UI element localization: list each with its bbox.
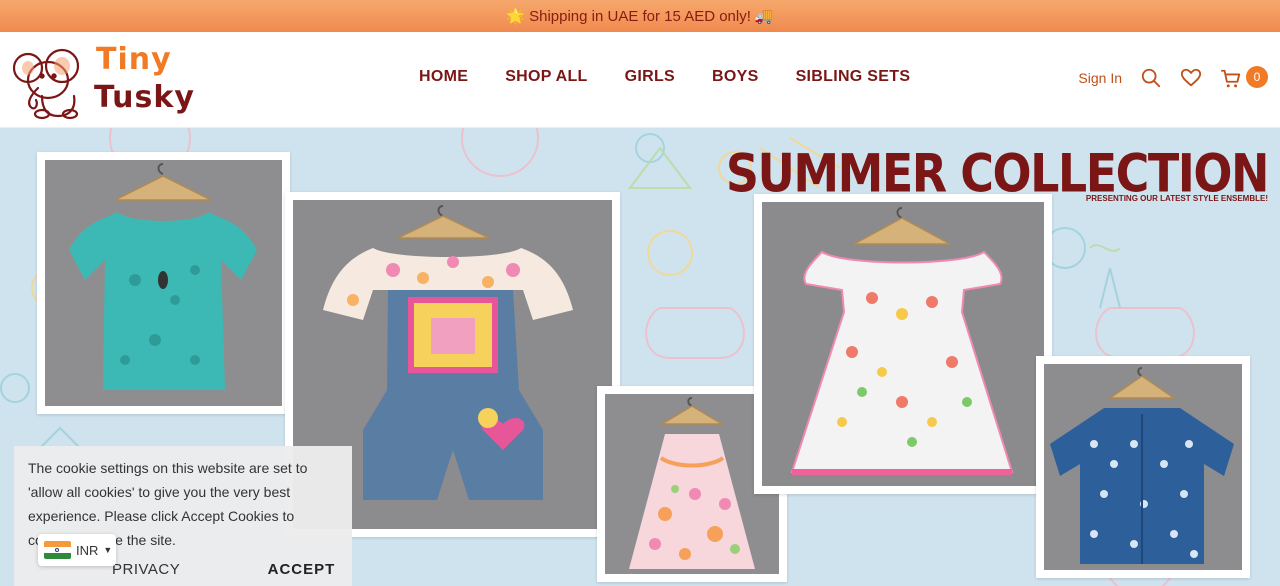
brand-name-line2: Tusky	[94, 80, 195, 115]
india-flag-icon	[44, 541, 71, 559]
currency-selector[interactable]: INR ▼	[38, 534, 116, 566]
search-icon[interactable]	[1140, 67, 1162, 89]
hanger-icon	[69, 163, 257, 390]
nav-home[interactable]: HOME	[419, 68, 468, 86]
product-photo-blue-shirt[interactable]	[1036, 356, 1250, 578]
heart-icon[interactable]	[1180, 67, 1202, 89]
truck-icon: 🚚	[754, 8, 774, 25]
announcement-bar: 🌟 Shipping in UAE for 15 AED only! 🚚	[0, 0, 1280, 32]
nav-girls[interactable]: GIRLS	[625, 68, 675, 86]
header-actions: Sign In 0	[1078, 66, 1268, 90]
nav-shop-all[interactable]: SHOP ALL	[505, 68, 587, 86]
hanger-icon	[790, 207, 1014, 475]
cookie-actions: PRIVACY POLICY ACCEPT ✓	[112, 558, 352, 586]
cart-button[interactable]: 0	[1220, 66, 1268, 90]
signin-link[interactable]: Sign In	[1078, 70, 1122, 86]
chevron-down-icon: ▼	[103, 545, 113, 555]
cart-icon	[1220, 69, 1241, 88]
privacy-policy-link[interactable]: PRIVACY POLICY	[112, 558, 240, 586]
site-header: Tiny Tusky HOME SHOP ALL GIRLS BOYS SIBL…	[0, 32, 1280, 128]
currency-code: INR	[76, 542, 99, 558]
brand-name-line1: Tiny	[96, 42, 172, 77]
nav-sibling-sets[interactable]: SIBLING SETS	[796, 68, 911, 86]
sparkle-icon: 🌟	[506, 8, 526, 25]
hanger-icon	[629, 397, 755, 569]
brand-logo[interactable]: Tiny Tusky	[12, 40, 202, 122]
elephant-icon	[12, 48, 80, 120]
product-photo-teal-dress[interactable]	[37, 152, 290, 414]
accept-cookies-button[interactable]: ACCEPT ✓	[268, 558, 352, 586]
nav-boys[interactable]: BOYS	[712, 68, 759, 86]
announcement-text: Shipping in UAE for 15 AED only!	[529, 7, 751, 25]
main-nav: HOME SHOP ALL GIRLS BOYS SIBLING SETS	[400, 68, 947, 86]
hanger-icon	[1050, 367, 1234, 564]
hero-subtitle: PRESENTING OUR LATEST STYLE ENSEMBLE!	[1085, 194, 1268, 203]
cart-count-badge: 0	[1246, 66, 1268, 88]
product-photo-white-dress[interactable]	[754, 194, 1052, 494]
